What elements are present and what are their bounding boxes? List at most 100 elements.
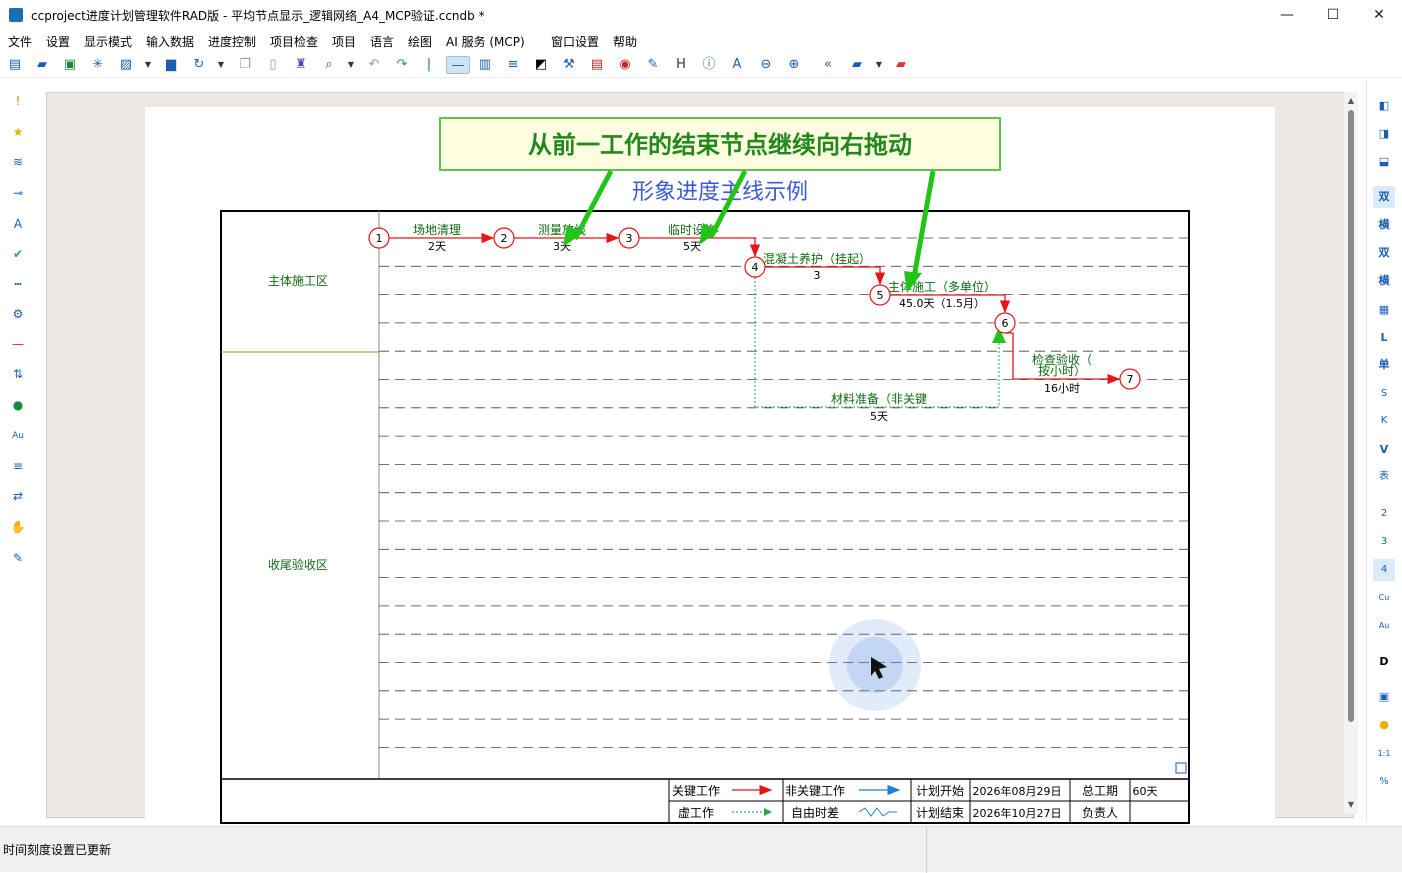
edit-icon[interactable]: ✎ — [644, 56, 662, 74]
sort-icon[interactable]: ≡ — [504, 56, 522, 74]
node-1[interactable]: 1 — [368, 227, 390, 249]
line-icon[interactable]: — — [446, 56, 470, 74]
paste-icon[interactable]: ▯ — [264, 56, 282, 74]
wave-icon[interactable]: ≋ — [9, 153, 27, 171]
link-icon[interactable]: ⊸ — [9, 184, 27, 202]
redo-icon[interactable]: ↷ — [393, 56, 411, 74]
chevron-down-icon[interactable]: ▼ — [217, 56, 225, 74]
image-icon[interactable]: ▨ — [117, 56, 135, 74]
menu-help[interactable]: 帮助 — [613, 33, 637, 50]
comment-icon[interactable]: ● — [1373, 714, 1395, 736]
calendar-icon[interactable]: ▣ — [1373, 686, 1395, 708]
critical-arrow-4-5[interactable] — [765, 266, 886, 286]
print-icon[interactable]: ▆ — [162, 56, 180, 74]
close-button[interactable]: ✕ — [1356, 0, 1402, 30]
cu-button[interactable]: Cu — [1373, 587, 1395, 609]
menu-settings[interactable]: 设置 — [46, 33, 70, 50]
layout-bottom-icon[interactable]: ⬓ — [1373, 151, 1395, 173]
swap-icon[interactable]: ⇄ — [9, 487, 27, 505]
percent-button[interactable]: % — [1373, 771, 1395, 793]
folder-icon[interactable]: ▰ — [848, 56, 866, 74]
single-button[interactable]: 单 — [1373, 354, 1395, 376]
open-folder-icon[interactable]: ▰ — [33, 56, 51, 74]
tool-icon[interactable]: ⚒ — [560, 56, 578, 74]
save-icon[interactable]: ▣ — [61, 56, 79, 74]
check-icon[interactable]: ✔ — [9, 245, 27, 263]
copy-icon[interactable]: ❐ — [236, 56, 254, 74]
scrollbar-thumb[interactable] — [1348, 110, 1354, 722]
palette-icon[interactable]: ◉ — [616, 56, 634, 74]
text-icon[interactable]: A — [9, 215, 27, 233]
undo-icon[interactable]: ↶ — [365, 56, 383, 74]
filter-icon[interactable]: ◩ — [532, 56, 550, 74]
network-diagram[interactable]: 主体施工区 收尾验收区 形象进度主线示例 1 2 3 4 5 6 7 场地清理 … — [145, 107, 1275, 829]
level-4-button[interactable]: 4 — [1373, 559, 1395, 581]
dotted-line-icon[interactable]: ┅ — [9, 275, 27, 293]
menu-window-settings[interactable]: 窗口设置 — [551, 33, 599, 50]
pen-icon[interactable]: ✎ — [9, 549, 27, 567]
filter-icon[interactable]: ≡ — [9, 457, 27, 475]
task-name[interactable]: 混凝土养护（挂起） — [763, 251, 871, 266]
refresh-icon[interactable]: ↻ — [190, 56, 208, 74]
menu-language[interactable]: 语言 — [370, 33, 394, 50]
node-7[interactable]: 7 — [1119, 368, 1141, 390]
table-icon[interactable]: ▦ — [1373, 299, 1395, 321]
level-3-button[interactable]: 3 — [1373, 531, 1395, 553]
task-name[interactable]: 场地清理 — [413, 223, 461, 237]
chevron-down-icon[interactable]: ▼ — [875, 56, 883, 74]
menu-display-mode[interactable]: 显示模式 — [84, 33, 132, 50]
new-doc-icon[interactable]: ▤ — [6, 56, 24, 74]
maximize-button[interactable]: ☐ — [1310, 0, 1356, 30]
d-button[interactable]: D — [1373, 651, 1395, 673]
task-name[interactable]: 主体施工（多单位） — [888, 279, 996, 294]
brush-icon[interactable]: ♜ — [292, 56, 310, 74]
scroll-down-icon[interactable]: ▼ — [1346, 800, 1356, 810]
chevron-down-icon[interactable]: ▼ — [347, 56, 355, 74]
h-icon[interactable]: H — [672, 56, 690, 74]
s-button[interactable]: S — [1373, 383, 1395, 405]
back-icon[interactable]: « — [819, 56, 837, 74]
task-name[interactable]: 按小时） — [1038, 364, 1086, 378]
menu-ai-service[interactable]: AI 服务 (MCP) — [446, 33, 525, 50]
asterisk-icon[interactable]: ✳ — [89, 56, 107, 74]
info-icon[interactable]: ⓘ — [700, 56, 718, 74]
v-button[interactable]: V — [1373, 439, 1395, 461]
gear-icon[interactable]: ⚙ — [9, 305, 27, 323]
menu-file[interactable]: 文件 — [8, 33, 32, 50]
au-icon[interactable]: Au — [9, 427, 27, 445]
sort-icon[interactable]: ⇅ — [9, 365, 27, 383]
zoom-in-icon[interactable]: ⊕ — [785, 56, 803, 74]
search-icon[interactable]: ⌕ — [320, 56, 338, 74]
double-mode-button[interactable]: 双 — [1373, 186, 1395, 208]
menu-project[interactable]: 项目 — [332, 33, 356, 50]
hand-icon[interactable]: ✋ — [9, 518, 27, 536]
minimize-button[interactable]: — — [1264, 0, 1310, 30]
menu-draw[interactable]: 绘图 — [408, 33, 432, 50]
l-button[interactable]: L — [1373, 327, 1395, 349]
warning-icon[interactable]: ! — [9, 92, 27, 110]
double-mode-alt-button[interactable]: 双 — [1373, 242, 1395, 264]
doc-icon[interactable]: ▤ — [588, 56, 606, 74]
menu-progress-control[interactable]: 进度控制 — [208, 33, 256, 50]
bar-icon[interactable]: ▥ — [476, 56, 494, 74]
zoom-out-icon[interactable]: ⊖ — [757, 56, 775, 74]
vertical-scrollbar[interactable]: ▲ ▼ — [1344, 92, 1358, 814]
menu-project-check[interactable]: 项目检查 — [270, 33, 318, 50]
zoom-1-1-button[interactable]: 1:1 — [1373, 743, 1395, 765]
red-line-icon[interactable]: — — [9, 335, 27, 353]
k-button[interactable]: K — [1373, 410, 1395, 432]
table-text-button[interactable]: 表 — [1373, 466, 1395, 488]
red-folder-icon[interactable]: ▰ — [892, 56, 910, 74]
users-icon[interactable]: ● — [9, 396, 27, 414]
node-3[interactable]: 3 — [618, 227, 640, 249]
au-button[interactable]: Au — [1373, 615, 1395, 637]
table-icon[interactable] — [1175, 762, 1187, 774]
task-name[interactable]: 材料准备（非关键 — [831, 392, 927, 406]
star-icon[interactable]: ★ — [9, 123, 27, 141]
node-2[interactable]: 2 — [493, 227, 515, 249]
menu-input-data[interactable]: 输入数据 — [146, 33, 194, 50]
drawing-paper[interactable]: 主体施工区 收尾验收区 形象进度主线示例 1 2 3 4 5 6 7 场地清理 … — [145, 107, 1275, 829]
scroll-up-icon[interactable]: ▲ — [1346, 96, 1356, 106]
horizontal-mode-button[interactable]: 横 — [1373, 214, 1395, 236]
horizontal-mode-alt-button[interactable]: 横 — [1373, 270, 1395, 292]
